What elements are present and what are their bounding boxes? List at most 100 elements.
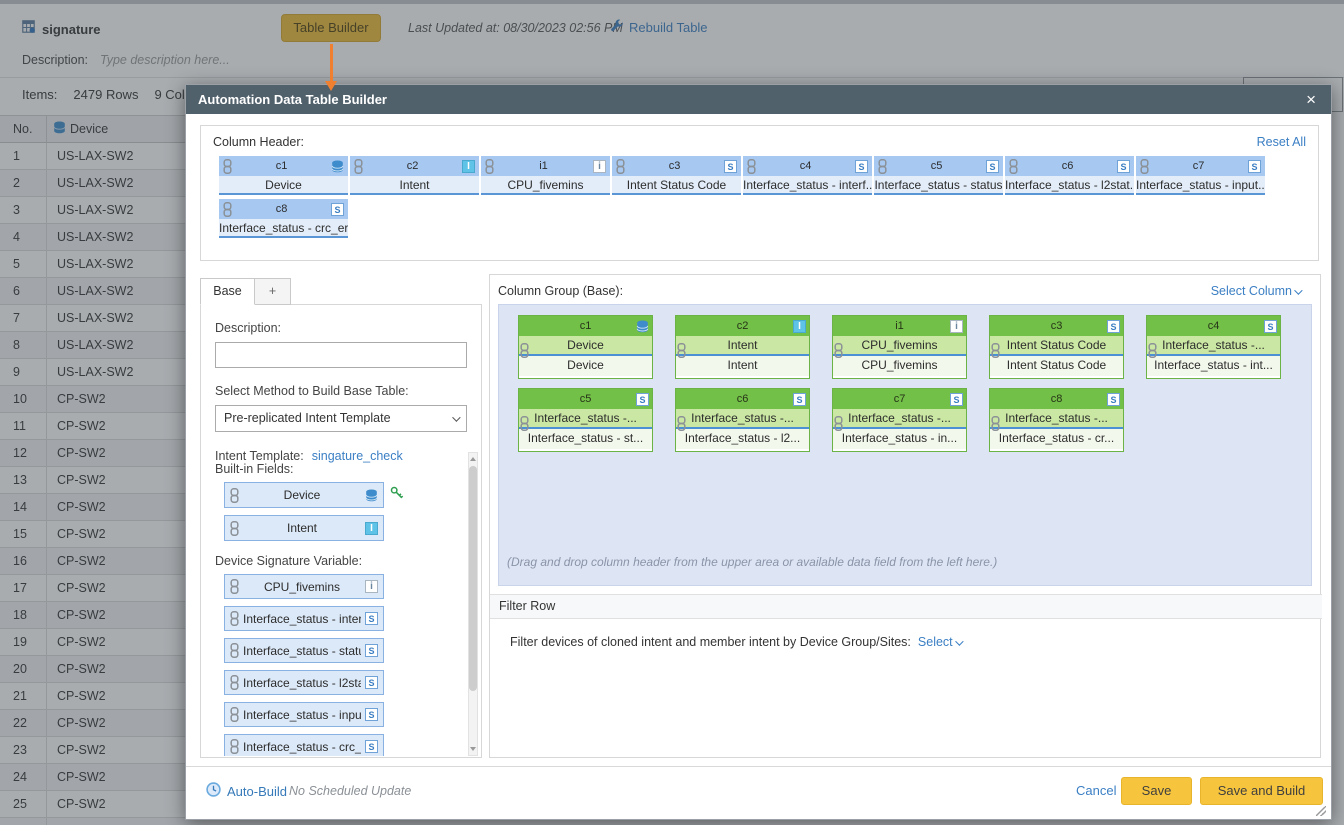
string-type-icon: S	[1117, 160, 1130, 173]
string-type-icon: S	[724, 160, 737, 173]
chain-link-icon	[520, 343, 529, 358]
field-chip-cpu-fivemins[interactable]: CPU_fiveminsi	[224, 574, 384, 599]
chevron-down-icon	[955, 637, 963, 645]
column-header-chip-i1[interactable]: i1i CPU_fivemins	[481, 156, 610, 197]
filter-select-link[interactable]: Select	[918, 635, 961, 649]
column-id: c8	[1006, 393, 1107, 405]
display-name: Interface_status -...	[833, 409, 966, 429]
source-name: Interface_status - cr...	[990, 429, 1123, 449]
column-id: i1	[496, 160, 591, 172]
string-type-icon: S	[1107, 393, 1120, 406]
chain-link-icon	[230, 707, 239, 722]
field-chip-interface-status-l2stat-[interactable]: Interface_status - l2stat...S	[224, 670, 384, 695]
column-header-chip-c3[interactable]: c3SIntent Status Code	[612, 156, 741, 197]
field-chip-interface-status-interf-[interactable]: Interface_status - interf...S	[224, 606, 384, 631]
save-and-build-button[interactable]: Save and Build	[1200, 777, 1323, 805]
column-drop-area[interactable]: c1DeviceDevice c2IIntentIntent i1i CPU_five…	[498, 304, 1312, 586]
string-type-icon: S	[365, 676, 378, 689]
drag-drop-hint: (Drag and drop column header from the up…	[507, 555, 997, 569]
column-card-c8[interactable]: c8S Interface_status -...Interface_status…	[989, 388, 1124, 452]
field-chip-interface-status-crc-[interactable]: Interface_status - crc_...S	[224, 734, 384, 756]
chain-link-icon	[747, 159, 756, 174]
column-card-c1[interactable]: c1DeviceDevice	[518, 315, 653, 379]
select-column-link[interactable]: Select Column	[1211, 284, 1300, 298]
field-chip-device[interactable]: Device	[224, 482, 384, 508]
column-card-c2[interactable]: c2IIntentIntent	[675, 315, 810, 379]
column-name: CPU_fivemins	[481, 176, 610, 195]
column-card-c4[interactable]: c4SInterface_status -...Interface_status…	[1146, 315, 1281, 379]
column-name: Interface_status - input...	[1136, 176, 1265, 195]
auto-build-link[interactable]: Auto-Build	[206, 782, 287, 800]
chain-link-icon	[1009, 159, 1018, 174]
column-name: Interface_status - crc_err	[219, 219, 348, 238]
base-panel: Description: Select Method to Build Base…	[200, 304, 482, 758]
close-icon[interactable]: ×	[1303, 91, 1319, 108]
column-header-chip-c4[interactable]: c4SInterface_status - interf...	[743, 156, 872, 197]
field-chip-row: CPU_fiveminsi	[224, 574, 463, 599]
save-button[interactable]: Save	[1121, 777, 1192, 805]
reset-all-link[interactable]: Reset All	[1257, 135, 1306, 149]
resize-handle[interactable]	[1316, 806, 1326, 816]
chain-link-icon	[230, 579, 239, 594]
column-id: c1	[234, 160, 329, 172]
integer-type-icon: i	[593, 160, 606, 173]
column-card-c3[interactable]: c3SIntent Status CodeIntent Status Code	[989, 315, 1124, 379]
scrollbar-thumb[interactable]	[469, 466, 477, 691]
display-name: Intent Status Code	[990, 336, 1123, 356]
string-type-icon: S	[986, 160, 999, 173]
chain-link-icon	[834, 343, 843, 358]
chevron-down-icon	[452, 413, 460, 421]
fields-scroll-area: Built-in Fields: DeviceIntentI Device Si…	[201, 452, 463, 756]
chevron-down-icon	[1294, 286, 1302, 294]
fields-scrollbar[interactable]	[468, 452, 478, 756]
modal-description-label: Description:	[215, 321, 467, 335]
field-chip-interface-status-input-[interactable]: Interface_status - input...S	[224, 702, 384, 727]
chain-link-icon	[230, 488, 239, 503]
column-name: Interface_status - l2stat...	[1005, 176, 1134, 195]
source-name: Device	[519, 356, 652, 376]
column-card-list: c1DeviceDevice c2IIntentIntent i1i CPU_five…	[499, 305, 1299, 452]
scroll-down-arrow[interactable]	[469, 744, 477, 754]
chain-link-icon	[230, 521, 239, 536]
display-name: Interface_status -...	[990, 409, 1123, 429]
source-name: CPU_fivemins	[833, 356, 966, 376]
string-type-icon: S	[793, 393, 806, 406]
intent-type-icon: I	[365, 522, 378, 535]
column-header-chip-c6[interactable]: c6SInterface_status - l2stat...	[1005, 156, 1134, 197]
column-header-chip-list: c1Devicec2IIntent i1i CPU_fiveminsc3SInten…	[219, 156, 1311, 240]
column-header-chip-c2[interactable]: c2IIntent	[350, 156, 479, 197]
string-type-icon: S	[855, 160, 868, 173]
filter-text: Filter devices of cloned intent and memb…	[510, 635, 911, 649]
tab-base[interactable]: Base	[200, 278, 255, 305]
display-name: Device	[519, 336, 652, 356]
column-header-chip-c1[interactable]: c1Device	[219, 156, 348, 197]
column-card-c6[interactable]: c6SInterface_status -...Interface_status…	[675, 388, 810, 452]
column-id: c4	[1163, 320, 1264, 332]
string-type-icon: S	[1264, 320, 1277, 333]
column-header-chip-c5[interactable]: c5SInterface_status - status	[874, 156, 1003, 197]
cancel-button[interactable]: Cancel	[1076, 783, 1116, 798]
column-id: c5	[535, 393, 636, 405]
column-id: c2	[692, 320, 793, 332]
signature-variable-label: Device Signature Variable:	[215, 554, 463, 568]
column-card-c7[interactable]: c7SInterface_status -...Interface_status…	[832, 388, 967, 452]
modal-title: Automation Data Table Builder	[198, 92, 1303, 107]
column-card-i1[interactable]: i1iCPU_fiveminsCPU_fivemins	[832, 315, 967, 379]
build-method-select[interactable]: Pre-replicated Intent Template	[215, 405, 467, 432]
clock-icon	[206, 782, 221, 800]
modal-description-input[interactable]	[215, 342, 467, 368]
column-id: i1	[849, 320, 950, 332]
source-name: Interface_status - int...	[1147, 356, 1280, 376]
column-card-c5[interactable]: c5SInterface_status -...Interface_status…	[518, 388, 653, 452]
field-chip-row: Interface_status - statusS	[224, 638, 463, 663]
integer-type-icon: i	[950, 320, 963, 333]
field-chip-interface-status-status[interactable]: Interface_status - statusS	[224, 638, 384, 663]
column-header-chip-c8[interactable]: c8SInterface_status - crc_err	[219, 199, 348, 240]
chain-link-icon	[1140, 159, 1149, 174]
tab-add[interactable]: +	[255, 278, 291, 305]
field-chip-intent[interactable]: IntentI	[224, 515, 384, 541]
column-header-chip-c7[interactable]: c7SInterface_status - input...	[1136, 156, 1265, 197]
field-chip-row: IntentI	[224, 515, 463, 541]
scroll-up-arrow[interactable]	[469, 454, 477, 464]
chain-link-icon	[485, 159, 494, 174]
